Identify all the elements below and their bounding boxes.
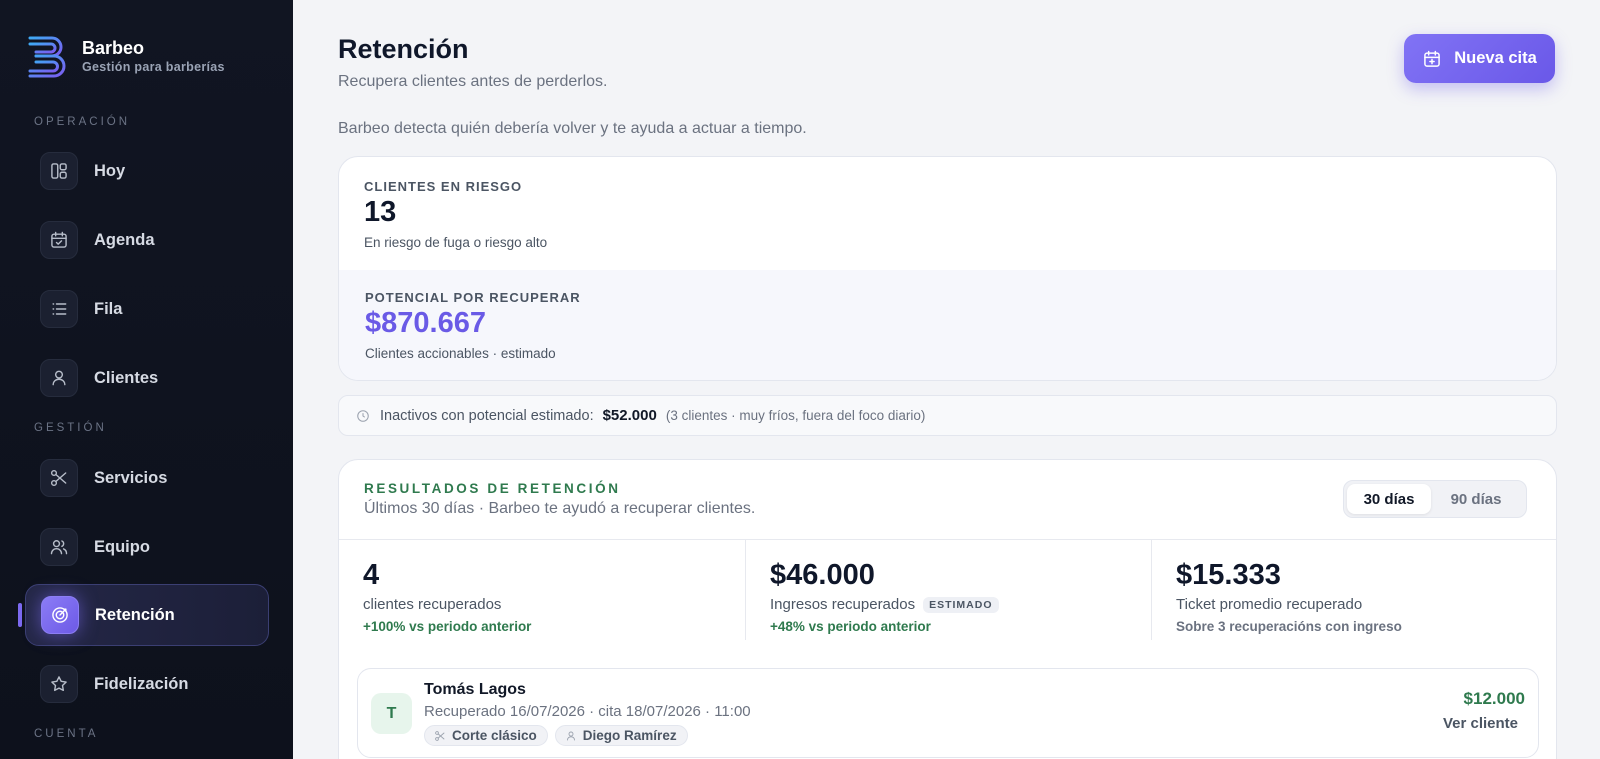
inactive-label: Inactivos con potencial estimado:: [380, 407, 594, 424]
sidebar-item-fila[interactable]: Fila: [25, 278, 269, 340]
at-risk-note: En riesgo de fuga o riesgo alto: [364, 235, 548, 250]
list-icon: [40, 290, 78, 328]
section-label-operacion: OPERACIÓN: [34, 116, 131, 128]
metric-label: Ticket promedio recuperado: [1176, 596, 1362, 613]
metric-label-text: clientes recuperados: [363, 596, 502, 613]
new-appointment-label: Nueva cita: [1454, 49, 1537, 67]
client-meta: Recuperado 16/07/2026 · cita 18/07/2026 …: [424, 703, 751, 720]
metric-average-ticket: $15.333 Ticket promedio recuperado Sobre…: [1151, 540, 1556, 640]
metric-note: Sobre 3 recuperacións con ingreso: [1176, 619, 1402, 634]
sidebar-item-equipo[interactable]: Equipo: [25, 516, 269, 578]
metric-recovered-revenue: $46.000 Ingresos recuperados ESTIMADO +4…: [745, 540, 1151, 640]
barber-chip: Diego Ramírez: [554, 725, 688, 746]
sidebar-item-clientes[interactable]: Clientes: [25, 347, 269, 409]
page-title: Retención: [338, 34, 469, 64]
sidebar-item-label: Retención: [95, 605, 175, 624]
metric-delta: +100% vs periodo anterior: [363, 619, 532, 634]
metric-value: $46.000: [770, 559, 875, 591]
estimated-badge: ESTIMADO: [923, 596, 999, 613]
view-client-link[interactable]: Ver cliente: [1443, 715, 1518, 732]
service-name: Corte clásico: [452, 728, 537, 743]
metric-label: clientes recuperados: [363, 596, 501, 613]
page-subtitle: Recupera clientes antes de perderlos.: [338, 73, 608, 90]
metric-delta: +48% vs periodo anterior: [770, 619, 931, 634]
avatar: T: [371, 693, 412, 734]
star-icon: [40, 665, 78, 703]
results-subtitle: Últimos 30 días · Barbeo te ayudó a recu…: [364, 500, 756, 517]
scissors-icon: [40, 459, 78, 497]
scissors-icon: [435, 730, 445, 741]
section-label-gestion: GESTIÓN: [34, 422, 107, 434]
sidebar-item-agenda[interactable]: Agenda: [25, 209, 269, 271]
period-toggle: 30 días 90 días: [1343, 480, 1527, 518]
client-chips: Corte clásico Diego Ramírez: [424, 725, 695, 746]
brand[interactable]: Barbeo Gestión para barberías: [26, 33, 225, 79]
sidebar-item-label: Equipo: [94, 537, 150, 556]
page-description: Barbeo detecta quién debería volver y te…: [338, 120, 807, 137]
metric-value: 4: [363, 559, 380, 591]
metric-label-text: Ingresos recuperados: [770, 596, 916, 613]
dashboard-icon: [40, 152, 78, 190]
active-indicator: [18, 603, 22, 627]
barber-name: Diego Ramírez: [582, 728, 677, 743]
section-label-cuenta: CUENTA: [34, 728, 99, 740]
inactive-potential-banner: Inactivos con potencial estimado: $52.00…: [338, 395, 1557, 436]
calendar-plus-icon: [1424, 50, 1441, 67]
user-icon: [566, 731, 575, 740]
main-content: Retención Recupera clientes antes de per…: [293, 0, 1600, 759]
sidebar-item-hoy[interactable]: Hoy: [25, 140, 269, 202]
service-chip: Corte clásico: [424, 725, 548, 746]
potential-section: POTENCIAL POR RECUPERAR $870.667 Cliente…: [339, 270, 1556, 380]
results-kicker: RESULTADOS DE RETENCIÓN: [364, 481, 621, 496]
period-30-days[interactable]: 30 días: [1347, 484, 1431, 514]
client-amount: $12.000: [1463, 689, 1525, 708]
results-card: RESULTADOS DE RETENCIÓN Últimos 30 días …: [338, 459, 1557, 759]
at-risk-section: CLIENTES EN RIESGO 13 En riesgo de fuga …: [339, 157, 1556, 270]
potential-label: POTENCIAL POR RECUPERAR: [365, 290, 581, 305]
potential-value: $870.667: [365, 307, 486, 339]
sidebar-item-fidelizacion[interactable]: Fidelización: [25, 653, 269, 715]
sidebar-item-label: Fila: [94, 299, 123, 318]
metric-label-text: Ticket promedio recuperado: [1176, 596, 1363, 613]
recovered-client-row[interactable]: T Tomás Lagos Recuperado 16/07/2026 · ci…: [357, 668, 1539, 758]
users-icon: [40, 528, 78, 566]
new-appointment-button[interactable]: Nueva cita: [1404, 34, 1555, 83]
sidebar-item-label: Fidelización: [94, 674, 189, 693]
metric-label: Ingresos recuperados ESTIMADO: [770, 596, 999, 613]
risk-card: CLIENTES EN RIESGO 13 En riesgo de fuga …: [338, 156, 1557, 381]
sidebar-item-retencion[interactable]: Retención: [25, 584, 269, 646]
brand-subtitle: Gestión para barberías: [82, 60, 225, 74]
user-icon: [40, 359, 78, 397]
inactive-amount: $52.000: [602, 407, 657, 424]
potential-note: Clientes accionables · estimado: [365, 346, 556, 361]
sidebar-item-label: Servicios: [94, 468, 168, 487]
at-risk-count: 13: [364, 196, 397, 228]
barbeo-logo-icon: [28, 36, 66, 78]
sidebar-item-label: Hoy: [94, 161, 126, 180]
sidebar: Barbeo Gestión para barberías OPERACIÓN …: [0, 0, 293, 759]
clock-icon: [357, 409, 369, 422]
inactive-detail: (3 clientes · muy fríos, fuera del foco …: [665, 408, 926, 423]
sidebar-item-label: Clientes: [94, 368, 159, 387]
client-name: Tomás Lagos: [424, 681, 526, 698]
target-icon: [41, 596, 79, 634]
period-90-days[interactable]: 90 días: [1431, 484, 1521, 514]
sidebar-item-label: Agenda: [94, 230, 155, 249]
brand-name: Barbeo: [82, 38, 145, 58]
metric-recovered-clients: 4 clientes recuperados +100% vs periodo …: [339, 540, 745, 640]
at-risk-label: CLIENTES EN RIESGO: [364, 179, 523, 194]
sidebar-item-servicios[interactable]: Servicios: [25, 447, 269, 509]
metric-value: $15.333: [1176, 559, 1281, 591]
calendar-check-icon: [40, 221, 78, 259]
